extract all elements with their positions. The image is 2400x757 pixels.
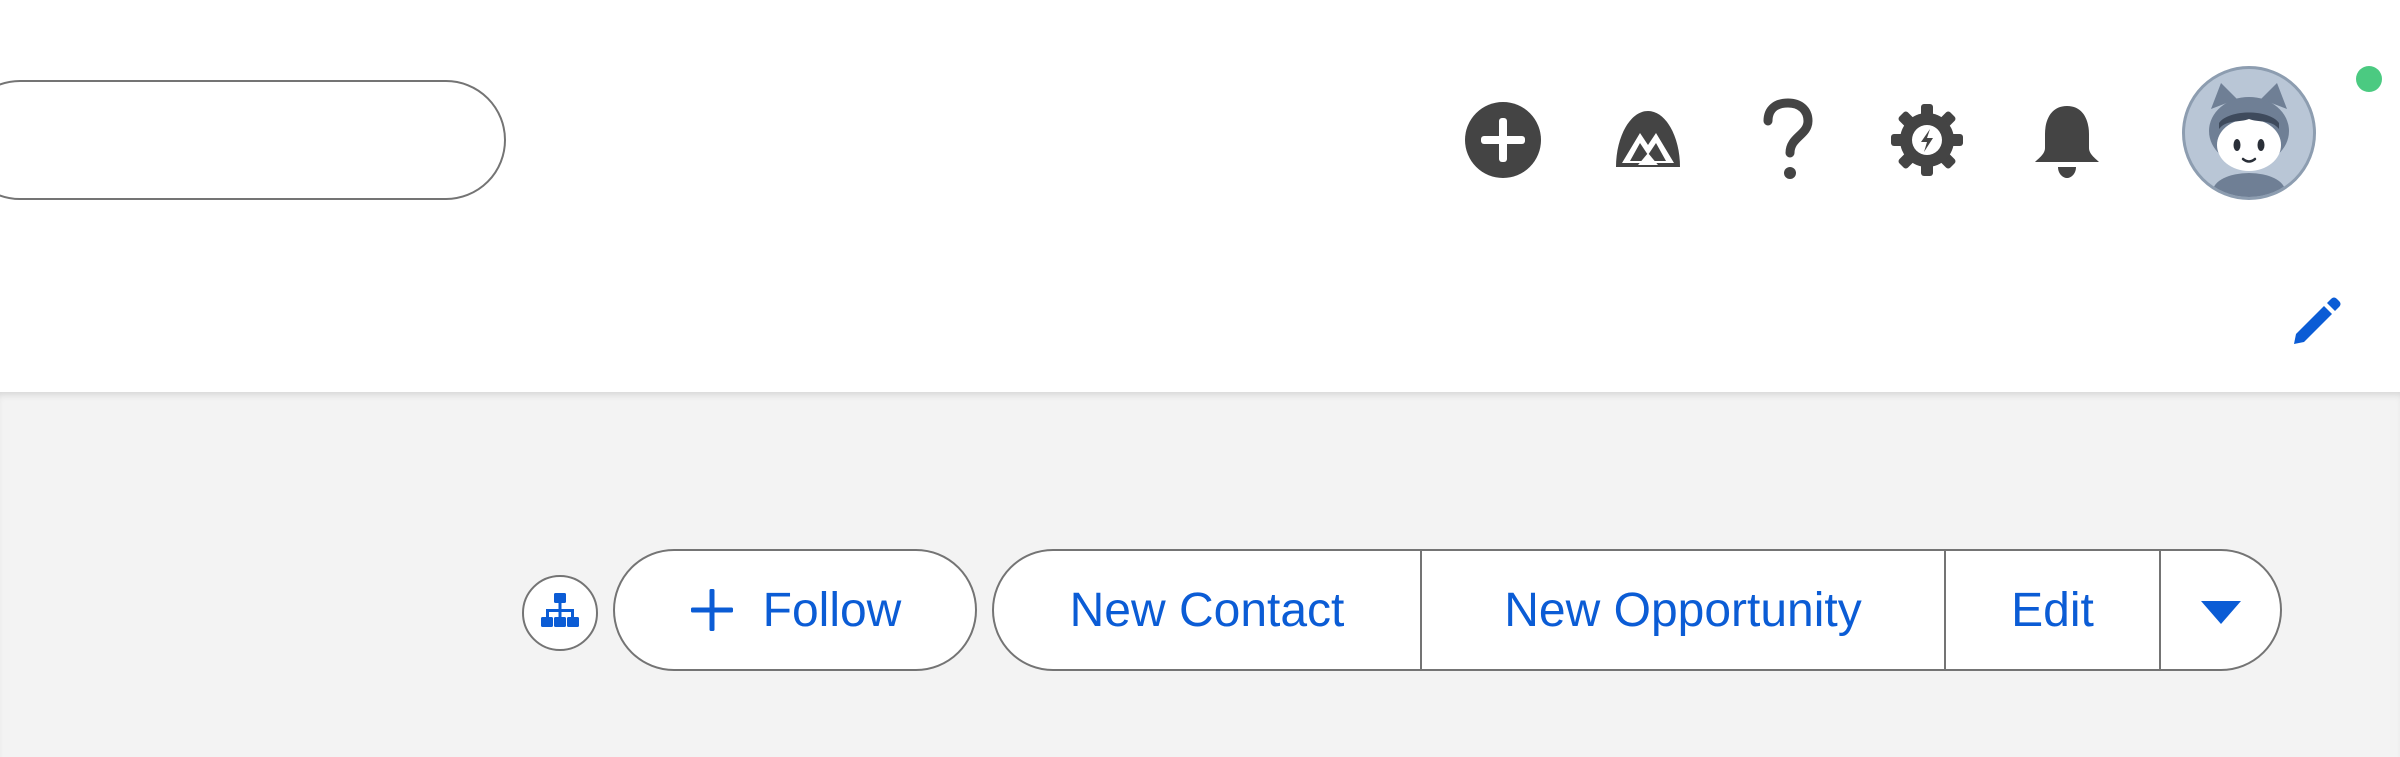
bell-icon: [2029, 100, 2105, 180]
hierarchy-icon: [540, 591, 580, 636]
pencil-icon: [2288, 294, 2344, 355]
help-button[interactable]: [1743, 92, 1833, 188]
presence-online-indicator: [2356, 66, 2382, 92]
global-header: [0, 0, 2400, 250]
setup-button[interactable]: [1882, 92, 1972, 188]
record-action-button-group: New Contact New Opportunity Edit: [992, 549, 2282, 671]
plus-icon: [689, 587, 735, 633]
caret-down-icon: [2199, 583, 2243, 638]
follow-button[interactable]: Follow: [613, 549, 977, 671]
user-avatar-button[interactable]: [2182, 66, 2316, 200]
question-mark-icon: [1758, 97, 1818, 183]
edit-nav-items-button[interactable]: [2284, 292, 2348, 356]
view-hierarchy-button[interactable]: [522, 575, 598, 651]
edit-button[interactable]: Edit: [1946, 551, 2161, 669]
trailhead-button[interactable]: [1603, 92, 1693, 188]
plus-circle-icon: [1463, 100, 1543, 180]
global-actions-button[interactable]: [1458, 92, 1548, 188]
search-input[interactable]: [0, 80, 506, 200]
notifications-button[interactable]: [2022, 92, 2112, 188]
new-contact-button[interactable]: New Contact: [994, 551, 1422, 669]
follow-label: Follow: [762, 583, 902, 637]
more-actions-button[interactable]: [2161, 551, 2280, 669]
gear-icon: [1889, 102, 1965, 178]
mountain-icon: [1608, 103, 1688, 177]
astro-avatar-icon: [2185, 69, 2313, 197]
new-opportunity-button[interactable]: New Opportunity: [1422, 551, 1946, 669]
